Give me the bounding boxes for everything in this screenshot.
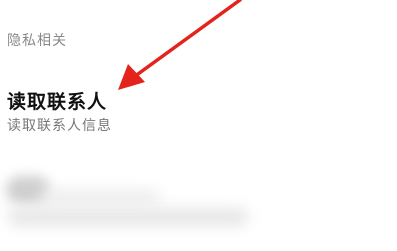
blurred-list-item <box>0 170 397 240</box>
blurred-text <box>40 190 160 204</box>
arrow-shaft <box>136 0 242 76</box>
setting-item-read-contacts[interactable]: 读取联系人 读取联系人信息 <box>0 80 397 142</box>
setting-title: 读取联系人 <box>7 91 108 113</box>
setting-subtitle: 读取联系人信息 <box>7 118 112 134</box>
blurred-text <box>8 208 248 226</box>
settings-screen: 隐私相关 读取联系人 读取联系人信息 <box>0 0 397 251</box>
section-header-privacy: 隐私相关 <box>7 33 67 49</box>
